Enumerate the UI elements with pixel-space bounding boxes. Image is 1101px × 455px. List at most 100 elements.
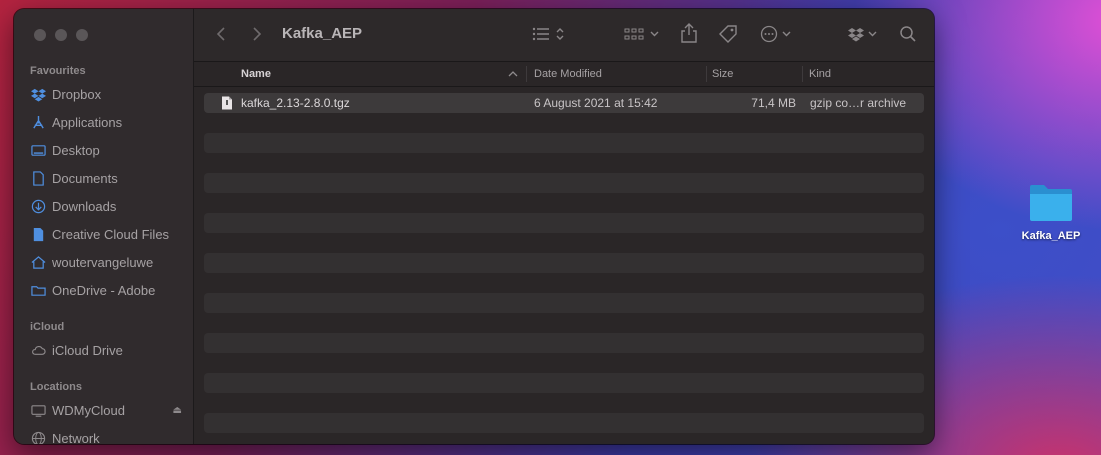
sidebar-item-label: Desktop <box>52 142 100 158</box>
chevron-right-icon <box>252 26 262 47</box>
empty-row <box>204 193 924 213</box>
file-kind: gzip co…r archive <box>810 96 907 110</box>
empty-row <box>204 313 924 333</box>
file-list: kafka_2.13-2.8.0.tgz 6 August 2021 at 15… <box>204 93 924 433</box>
close-button[interactable] <box>34 29 46 41</box>
empty-row <box>204 293 924 313</box>
file-size: 71,4 MB <box>751 96 796 110</box>
empty-row <box>204 233 924 253</box>
display-icon <box>30 402 46 418</box>
empty-row <box>204 133 924 153</box>
share-button[interactable] <box>680 23 698 48</box>
sidebar-item-home[interactable]: woutervangeluwe <box>30 251 190 273</box>
sidebar-item-label: Network <box>52 430 100 445</box>
sort-ascending-icon[interactable] <box>508 62 518 86</box>
sidebar-item-label: Documents <box>52 170 118 186</box>
column-kind-label: Kind <box>809 68 832 80</box>
dropbox-menu-button[interactable] <box>848 26 877 47</box>
sidebar-item-label: Creative Cloud Files <box>52 226 170 242</box>
list-view-icon <box>532 26 552 47</box>
sidebar: Favourites Dropbox Applications Desktop … <box>14 9 194 444</box>
empty-row <box>204 333 924 353</box>
column-header: Name Date Modified Size Kind <box>194 62 934 87</box>
toolbar: Kafka_AEP <box>194 9 934 62</box>
search-icon <box>899 25 917 48</box>
empty-row <box>204 373 924 393</box>
sidebar-item-label: woutervangeluwe <box>52 254 154 270</box>
download-icon <box>30 198 46 214</box>
search-button[interactable] <box>899 25 917 48</box>
tag-button[interactable] <box>718 24 738 49</box>
column-divider[interactable] <box>526 66 527 82</box>
window-title: Kafka_AEP <box>282 25 363 42</box>
chevron-down-icon <box>650 26 659 47</box>
column-date-label: Date Modified <box>534 68 602 80</box>
desktop-icon <box>30 142 46 158</box>
more-actions-button[interactable] <box>760 25 791 48</box>
column-divider[interactable] <box>706 66 707 82</box>
sidebar-item-network[interactable]: Network <box>30 427 190 444</box>
sidebar-section-favourites: Favourites <box>30 65 86 77</box>
dropbox-icon <box>30 86 46 102</box>
folder-icon <box>30 282 46 298</box>
column-size[interactable]: Size <box>712 62 733 86</box>
sidebar-item-wdmycloud[interactable]: WDMyCloud ⏏ <box>30 399 190 421</box>
window-controls <box>34 29 88 41</box>
sidebar-item-creative-cloud-files[interactable]: Creative Cloud Files <box>30 223 190 245</box>
view-options-button[interactable] <box>532 26 565 47</box>
grid-icon <box>624 26 644 47</box>
sidebar-item-icloud-drive[interactable]: iCloud Drive <box>30 339 190 361</box>
sidebar-item-label: Dropbox <box>52 86 102 102</box>
sidebar-item-applications[interactable]: Applications <box>30 111 190 133</box>
column-size-label: Size <box>712 68 734 80</box>
sidebar-item-label: iCloud Drive <box>52 342 123 358</box>
sidebar-item-documents[interactable]: Documents <box>30 167 190 189</box>
column-name-label: Name <box>241 68 271 80</box>
network-icon <box>30 430 46 444</box>
sidebar-item-label: Downloads <box>52 198 117 214</box>
dropbox-icon <box>848 26 864 47</box>
file-name: kafka_2.13-2.8.0.tgz <box>241 96 350 110</box>
sidebar-section-icloud: iCloud <box>30 321 65 333</box>
sidebar-item-desktop[interactable]: Desktop <box>30 139 190 161</box>
desktop-folder-label: Kafka_AEP <box>1021 230 1081 242</box>
empty-row <box>204 353 924 373</box>
chevron-left-icon <box>216 26 226 47</box>
sidebar-item-downloads[interactable]: Downloads <box>30 195 190 217</box>
forward-button[interactable] <box>252 26 262 47</box>
table-row[interactable]: kafka_2.13-2.8.0.tgz 6 August 2021 at 15… <box>204 93 924 113</box>
sidebar-item-onedrive[interactable]: OneDrive - Adobe <box>30 279 190 301</box>
sidebar-item-label: OneDrive - Adobe <box>52 282 156 298</box>
ellipsis-circle-icon <box>760 25 778 48</box>
empty-row <box>204 213 924 233</box>
zoom-button[interactable] <box>76 29 88 41</box>
group-button[interactable] <box>624 26 659 47</box>
document-icon <box>30 170 46 186</box>
minimize-button[interactable] <box>55 29 67 41</box>
sidebar-item-label: Applications <box>52 114 123 130</box>
sidebar-item-dropbox[interactable]: Dropbox <box>30 83 190 105</box>
column-name[interactable]: Name <box>241 62 271 86</box>
home-icon <box>30 254 46 270</box>
share-icon <box>680 23 698 48</box>
empty-row <box>204 393 924 413</box>
empty-row <box>204 273 924 293</box>
sidebar-item-label: WDMyCloud <box>52 402 125 418</box>
empty-row <box>204 413 924 433</box>
updown-icon <box>555 26 565 47</box>
cloud-icon <box>30 342 46 358</box>
file-icon <box>30 226 46 242</box>
tag-icon <box>718 24 738 49</box>
column-date-modified[interactable]: Date Modified <box>534 62 602 86</box>
file-document-icon <box>221 96 233 110</box>
column-kind[interactable]: Kind <box>809 62 831 86</box>
column-divider[interactable] <box>802 66 803 82</box>
chevron-down-icon <box>782 26 791 47</box>
applications-icon <box>30 114 46 130</box>
back-button[interactable] <box>216 26 226 47</box>
desktop-folder[interactable]: Kafka_AEP <box>1011 183 1091 242</box>
eject-icon[interactable]: ⏏ <box>173 405 182 416</box>
sidebar-section-locations: Locations <box>30 381 82 393</box>
empty-row <box>204 253 924 273</box>
finder-window: Favourites Dropbox Applications Desktop … <box>14 9 934 444</box>
